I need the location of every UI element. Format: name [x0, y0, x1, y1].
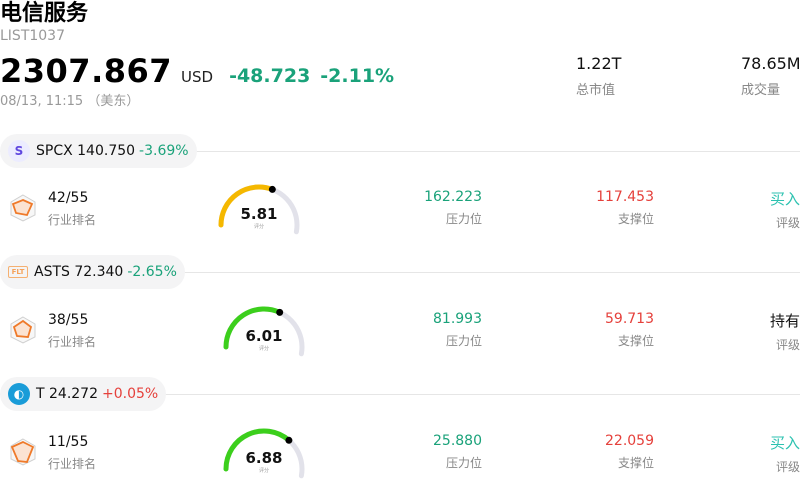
page-title: 电信服务: [0, 1, 89, 26]
gauge-indicator: [276, 308, 284, 316]
support-value: 59.713: [605, 311, 654, 327]
rating-label: 评级: [775, 460, 800, 474]
market-cap-stat: 1.22T 总市值: [576, 54, 621, 98]
stock-ticker-price: ASTS 72.340: [34, 264, 124, 280]
score-gauge: 6.01 评分: [219, 305, 309, 361]
market-cap-value: 1.22T: [576, 54, 622, 73]
rating-metric: 买入 评级: [770, 188, 800, 231]
stock-detail-row[interactable]: 11/55 行业排名 6.88 评分 25.880 压力位 22.059 支撑位…: [0, 427, 800, 487]
industry-rank-value: 11/55: [48, 434, 89, 450]
rating-value: 买入: [769, 190, 800, 208]
stock-pill[interactable]: S SPCX 140.750 -3.69%: [0, 134, 197, 168]
price-row: 2307.867 USD -48.723 -2.11%: [0, 52, 395, 90]
score-value: 6.88: [245, 449, 283, 467]
resistance-label: 压力位: [445, 334, 482, 348]
index-code: LIST1037: [0, 28, 65, 44]
stock-ticker-price: T 24.272: [36, 386, 98, 402]
gauge-indicator: [268, 185, 276, 193]
stock-logo-icon: ◐: [8, 383, 30, 405]
score-unit: 评分: [258, 468, 269, 474]
rating-metric: 买入 评级: [770, 432, 800, 475]
resistance-metric: 162.223 压力位: [424, 189, 482, 227]
score-gauge: 5.81 评分: [214, 183, 304, 239]
resistance-value: 25.880: [433, 433, 482, 449]
index-price: 2307.867: [0, 52, 173, 90]
market-cap-label: 总市值: [576, 83, 616, 98]
resistance-label: 压力位: [445, 212, 482, 226]
stock-change-percent: +0.05%: [102, 386, 159, 402]
stock-logo-icon: FLT: [8, 266, 28, 278]
industry-rank-value: 38/55: [48, 312, 89, 328]
stock-pill[interactable]: FLT ASTS 72.340 -2.65%: [0, 255, 185, 289]
score-gauge: 6.88 评分: [219, 427, 309, 483]
support-metric: 59.713 支撑位: [605, 311, 654, 349]
support-label: 支撑位: [617, 212, 654, 226]
support-label: 支撑位: [617, 334, 654, 348]
industry-rank-label: 行业排名: [48, 213, 97, 227]
resistance-label: 压力位: [445, 456, 482, 470]
resistance-metric: 81.993 压力位: [433, 311, 482, 349]
industry-rank-label: 行业排名: [48, 335, 97, 349]
resistance-value: 81.993: [433, 311, 482, 327]
stock-change-percent: -3.69%: [139, 143, 189, 159]
rating-label: 评级: [775, 338, 800, 352]
score-unit: 评分: [253, 224, 264, 230]
industry-rank-icon: [10, 194, 36, 222]
volume-value: 78.65M: [741, 54, 800, 73]
rating-metric: 持有 评级: [770, 310, 800, 353]
stock-ticker-price: SPCX 140.750: [36, 143, 136, 159]
support-value: 22.059: [605, 433, 654, 449]
rating-value: 持有: [769, 312, 800, 330]
stock-detail-row[interactable]: 42/55 行业排名 5.81 评分 162.223 压力位 117.453 支…: [0, 183, 800, 243]
score-value: 6.01: [245, 327, 283, 345]
gauge-indicator: [285, 436, 293, 444]
price-change: -48.723: [229, 65, 311, 87]
stock-detail-row[interactable]: 38/55 行业排名 6.01 评分 81.993 压力位 59.713 支撑位…: [0, 305, 800, 365]
stock-pill[interactable]: ◐ T 24.272 +0.05%: [0, 377, 167, 411]
support-value: 117.453: [596, 189, 654, 205]
stock-change-percent: -2.65%: [127, 264, 177, 280]
score-unit: 评分: [258, 346, 269, 352]
resistance-metric: 25.880 压力位: [433, 433, 482, 471]
price-change-percent: -2.11%: [320, 65, 395, 87]
rating-label: 评级: [775, 216, 800, 230]
volume-stat: 78.65M 成交量: [741, 54, 800, 98]
industry-rank-label: 行业排名: [48, 457, 97, 471]
rating-value: 买入: [769, 434, 800, 452]
volume-label: 成交量: [741, 83, 781, 98]
industry-rank-icon: [10, 438, 36, 466]
support-metric: 22.059 支撑位: [605, 433, 654, 471]
industry-rank-value: 42/55: [48, 190, 89, 206]
currency-label: USD: [181, 68, 214, 86]
support-metric: 117.453 支撑位: [596, 189, 654, 227]
support-label: 支撑位: [617, 456, 654, 470]
resistance-value: 162.223: [424, 189, 482, 205]
score-value: 5.81: [240, 205, 278, 223]
stock-logo-icon: S: [8, 140, 30, 162]
industry-rank-icon: [10, 316, 36, 344]
timestamp: 08/13, 11:15 （美东）: [0, 94, 140, 109]
